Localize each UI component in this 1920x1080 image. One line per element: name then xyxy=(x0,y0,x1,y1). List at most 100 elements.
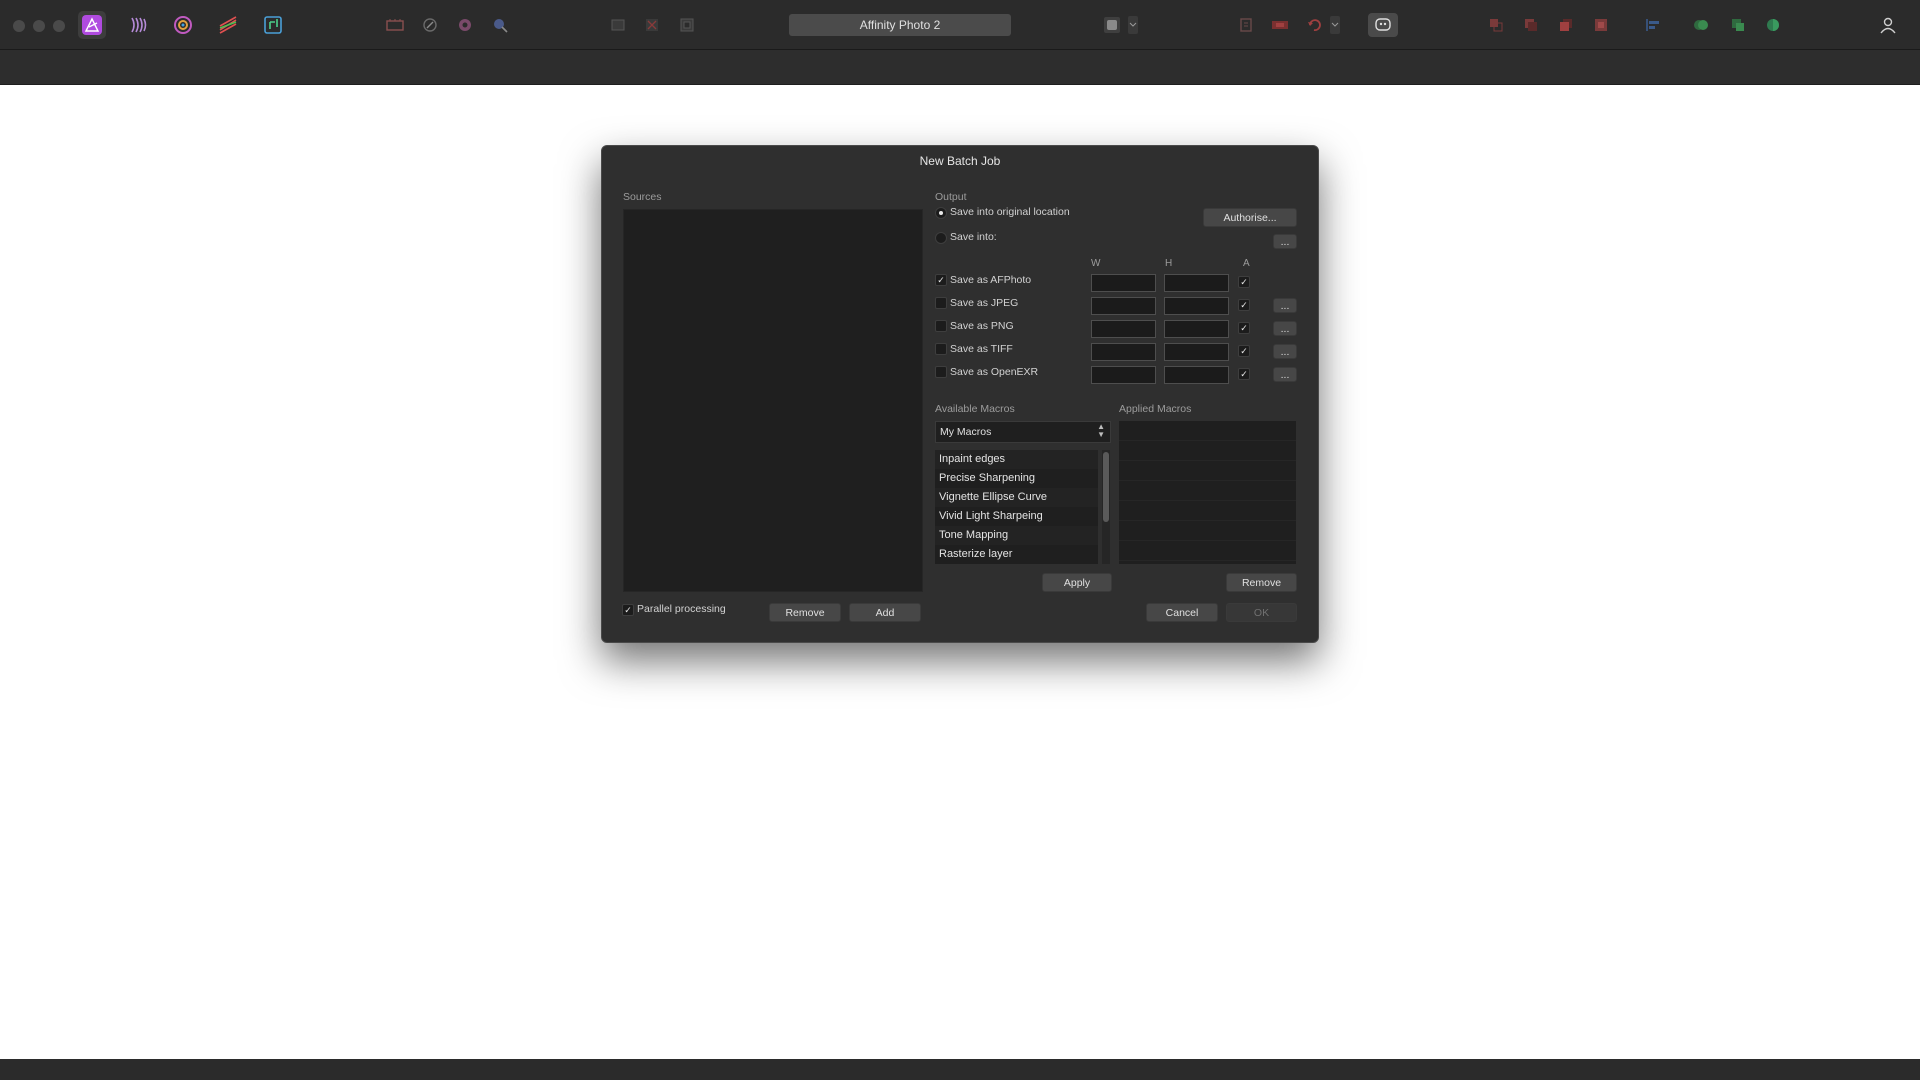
remove-source-button[interactable]: Remove xyxy=(769,603,841,622)
align-icon[interactable] xyxy=(1235,14,1257,36)
zoom-window-button[interactable] xyxy=(53,20,65,32)
snapping-icon[interactable] xyxy=(1269,14,1291,36)
scrollbar-thumb[interactable] xyxy=(1103,452,1109,522)
new-batch-job-dialog: New Batch Job Sources ✓ Parallel process… xyxy=(601,145,1319,643)
aspect-column-label: A xyxy=(1243,258,1250,269)
macro-category-select[interactable]: My Macros ▲ ▼ xyxy=(935,421,1111,443)
arrange-forward-icon[interactable] xyxy=(1555,14,1577,36)
openexr-width-field[interactable] xyxy=(1091,366,1156,384)
crop-icon[interactable] xyxy=(607,14,629,36)
save-tiff-label: Save as TIFF xyxy=(950,343,1013,355)
boolean-subtract-icon[interactable] xyxy=(1727,14,1749,36)
list-item xyxy=(1119,541,1296,561)
close-window-button[interactable] xyxy=(13,20,25,32)
parallel-processing-label: Parallel processing xyxy=(637,603,726,615)
output-label: Output xyxy=(935,191,967,203)
minimize-window-button[interactable] xyxy=(33,20,45,32)
boolean-add-icon[interactable] xyxy=(1690,14,1712,36)
quick-mask-icon[interactable] xyxy=(1101,14,1123,36)
openexr-options-button[interactable]: ... xyxy=(1273,367,1297,382)
boolean-intersect-icon[interactable] xyxy=(1762,14,1784,36)
list-item[interactable]: Precise Sharpening xyxy=(935,469,1098,488)
jpeg-aspect-checkbox[interactable]: ✓ xyxy=(1238,299,1250,311)
arrange-front-icon[interactable] xyxy=(1590,14,1612,36)
selection-brush-icon[interactable] xyxy=(489,14,511,36)
list-item[interactable]: Rasterize layer xyxy=(935,545,1098,564)
align-left-icon[interactable] xyxy=(1642,14,1664,36)
arrange-back-icon[interactable] xyxy=(1485,14,1507,36)
arrange-backward-icon[interactable] xyxy=(1520,14,1542,36)
parallel-processing-checkbox[interactable]: ✓ xyxy=(622,604,634,616)
width-column-label: W xyxy=(1091,258,1101,269)
tone-mapping-persona-icon[interactable] xyxy=(214,11,242,39)
tiff-width-field[interactable] xyxy=(1091,343,1156,361)
save-original-radio[interactable] xyxy=(935,207,947,219)
save-into-browse-button[interactable]: ... xyxy=(1273,234,1297,249)
liquify-persona-icon[interactable] xyxy=(124,11,152,39)
available-macros-label: Available Macros xyxy=(935,403,1015,415)
list-item[interactable]: Vignette Ellipse Curve xyxy=(935,488,1098,507)
save-openexr-label: Save as OpenEXR xyxy=(950,366,1039,378)
authorise-button[interactable]: Authorise... xyxy=(1203,208,1297,227)
invert-selection-icon[interactable] xyxy=(676,14,698,36)
save-openexr-checkbox[interactable] xyxy=(935,366,947,378)
account-icon[interactable] xyxy=(1877,14,1899,36)
save-afphoto-checkbox[interactable]: ✓ xyxy=(935,274,947,286)
assistant-icon[interactable] xyxy=(1368,13,1398,37)
save-into-radio[interactable] xyxy=(935,232,947,244)
png-height-field[interactable] xyxy=(1164,320,1229,338)
applied-macros-label: Applied Macros xyxy=(1119,403,1192,415)
save-jpeg-label: Save as JPEG xyxy=(950,297,1019,309)
save-jpeg-checkbox[interactable] xyxy=(935,297,947,309)
macros-scrollbar[interactable] xyxy=(1102,450,1110,564)
applied-macros-list[interactable] xyxy=(1119,421,1296,564)
save-into-label: Save into: xyxy=(950,231,997,243)
save-afphoto-label: Save as AFPhoto xyxy=(950,274,1032,286)
ok-button[interactable]: OK xyxy=(1226,603,1297,622)
sources-label: Sources xyxy=(623,191,662,203)
jpeg-width-field[interactable] xyxy=(1091,297,1156,315)
export-persona-icon[interactable] xyxy=(259,11,287,39)
deselect-icon[interactable] xyxy=(641,14,663,36)
macro-category-value: My Macros xyxy=(940,426,992,438)
available-macros-list[interactable]: Inpaint edges Precise Sharpening Vignett… xyxy=(935,450,1098,564)
context-toolbar xyxy=(0,50,1920,85)
dialog-title: New Batch Job xyxy=(919,154,1001,168)
tiff-aspect-checkbox[interactable]: ✓ xyxy=(1238,345,1250,357)
list-item[interactable]: Inpaint edges xyxy=(935,450,1098,469)
afphoto-width-field[interactable] xyxy=(1091,274,1156,292)
save-tiff-checkbox[interactable] xyxy=(935,343,947,355)
list-item[interactable]: Vivid Light Sharpeing xyxy=(935,507,1098,526)
list-item xyxy=(1119,461,1296,481)
remove-macro-button[interactable]: Remove xyxy=(1226,573,1297,592)
chevron-down-icon[interactable] xyxy=(1127,14,1139,36)
list-item[interactable]: Tone Mapping xyxy=(935,526,1098,545)
openexr-aspect-checkbox[interactable]: ✓ xyxy=(1238,368,1250,380)
sources-list[interactable] xyxy=(623,209,923,592)
document-title: Affinity Photo 2 xyxy=(789,14,1011,36)
list-item xyxy=(1119,481,1296,501)
jpeg-height-field[interactable] xyxy=(1164,297,1229,315)
png-options-button[interactable]: ... xyxy=(1273,321,1297,336)
save-png-checkbox[interactable] xyxy=(935,320,947,332)
tiff-options-button[interactable]: ... xyxy=(1273,344,1297,359)
color-wheel-icon[interactable] xyxy=(454,14,476,36)
undo-icon[interactable] xyxy=(1303,14,1325,36)
add-source-button[interactable]: Add xyxy=(849,603,921,622)
history-chevron-icon[interactable] xyxy=(1329,14,1341,36)
png-aspect-checkbox[interactable]: ✓ xyxy=(1238,322,1250,334)
jpeg-options-button[interactable]: ... xyxy=(1273,298,1297,313)
tiff-height-field[interactable] xyxy=(1164,343,1229,361)
afphoto-height-field[interactable] xyxy=(1164,274,1229,292)
afphoto-aspect-checkbox[interactable]: ✓ xyxy=(1238,276,1250,288)
openexr-height-field[interactable] xyxy=(1164,366,1229,384)
cancel-button[interactable]: Cancel xyxy=(1146,603,1218,622)
adjustment-icon[interactable] xyxy=(384,14,406,36)
list-item xyxy=(1119,521,1296,541)
list-item xyxy=(1119,421,1296,441)
brush-icon[interactable] xyxy=(419,14,441,36)
develop-persona-icon[interactable] xyxy=(169,11,197,39)
photo-persona-icon[interactable] xyxy=(78,11,106,39)
apply-macro-button[interactable]: Apply xyxy=(1042,573,1112,592)
png-width-field[interactable] xyxy=(1091,320,1156,338)
